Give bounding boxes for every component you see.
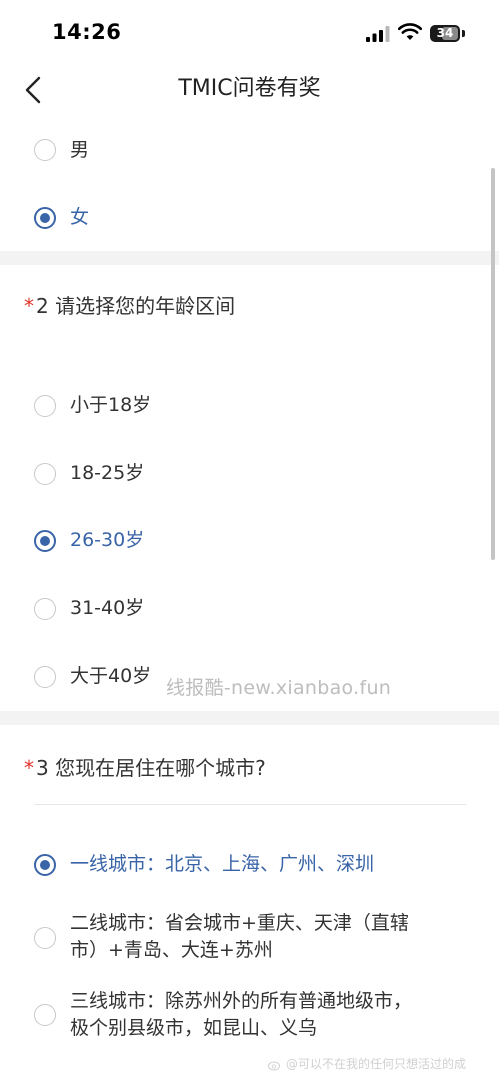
radio-button[interactable]: [34, 666, 56, 688]
option-label: 二线城市：省会城市+重庆、天津（直辖 市）+青岛、大连+苏州: [70, 912, 409, 961]
status-time: 14:26: [52, 20, 122, 44]
section-divider: [0, 711, 499, 725]
radio-button-selected[interactable]: [34, 207, 56, 229]
question-3-title: * 3 您现在居住在哪个城市?: [24, 756, 266, 780]
weibo-logo-icon: [268, 1061, 280, 1070]
radio-button[interactable]: [34, 395, 56, 417]
nav-bar: TMIC问卷有奖: [0, 64, 499, 118]
question-2-title: * 2 请选择您的年龄区间: [24, 294, 236, 318]
weibo-watermark: @可以不在我的任何只想活过的成: [268, 1055, 466, 1072]
wifi-icon: [398, 23, 422, 40]
battery-icon: 34: [430, 25, 466, 43]
radio-button[interactable]: [34, 598, 56, 620]
required-mark: *: [24, 756, 34, 780]
option-label: 男: [70, 139, 90, 161]
radio-button-selected[interactable]: [34, 854, 56, 876]
question-divider: [34, 804, 466, 805]
option-label: 女: [70, 206, 90, 228]
radio-button-selected[interactable]: [34, 530, 56, 552]
option-label: 一线城市：北京、上海、广州、深圳: [70, 853, 375, 875]
section-divider: [0, 251, 499, 265]
option-label: 26-30岁: [70, 529, 145, 551]
radio-button[interactable]: [34, 463, 56, 485]
scrollbar[interactable]: [491, 168, 495, 560]
cellular-signal-icon: [366, 26, 390, 42]
status-bar: 14:26 34: [0, 0, 499, 64]
option-label: 小于18岁: [70, 394, 152, 416]
option-label: 三线城市：除苏州外的所有普通地级市， 极个别县级市，如昆山、义乌: [70, 990, 413, 1039]
radio-button[interactable]: [34, 139, 56, 161]
required-mark: *: [24, 294, 34, 318]
page-title: TMIC问卷有奖: [178, 76, 321, 101]
back-chevron-icon[interactable]: [20, 72, 50, 108]
battery-level: 34: [436, 26, 454, 40]
radio-button[interactable]: [34, 1004, 56, 1026]
option-label: 31-40岁: [70, 597, 145, 619]
option-label: 18-25岁: [70, 462, 145, 484]
radio-button[interactable]: [34, 927, 56, 949]
option-label: 大于40岁: [70, 665, 152, 687]
watermark-text: 线报酷-new.xianbao.fun: [166, 677, 392, 699]
